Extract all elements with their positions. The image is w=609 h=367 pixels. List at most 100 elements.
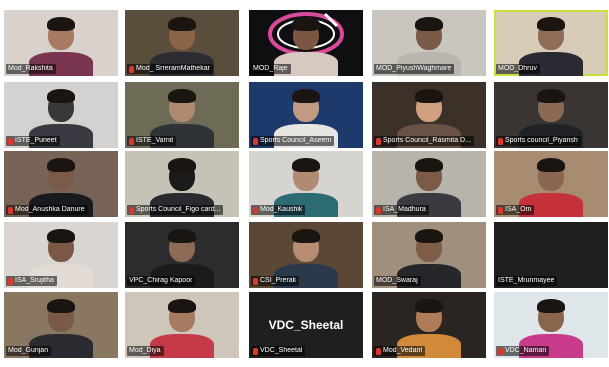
- participant-name-label: MOD_Dhruv: [496, 64, 540, 74]
- mic-muted-icon: [129, 137, 134, 145]
- participant-tile[interactable]: MOD_PiyushWaghmare: [372, 10, 486, 76]
- participant-name: Mod_Anushka Danure: [15, 206, 85, 213]
- participant-tile[interactable]: ISTE_Puneet: [4, 82, 118, 148]
- participant-tile[interactable]: Sports Council_Rasmita D...: [372, 82, 486, 148]
- participant-tile[interactable]: ISA_Srujitha: [4, 222, 118, 288]
- participant-hair: [168, 299, 196, 313]
- participant-hair: [47, 229, 75, 243]
- mic-muted-icon: [129, 206, 134, 214]
- participant-name: MOD_Dhruv: [498, 65, 537, 72]
- participant-name: Sports Council_Figo card...: [136, 206, 221, 213]
- participant-name-label: VDC_Naman: [496, 346, 550, 356]
- participant-tile[interactable]: Mod_Gunjan: [4, 292, 118, 358]
- participant-tile[interactable]: VDC_Naman: [494, 292, 608, 358]
- participant-hair: [47, 17, 75, 31]
- participant-tile[interactable]: ISA_Madhura: [372, 151, 486, 217]
- participant-name-label: Mod_Vedant: [374, 346, 426, 356]
- participant-name-label: ISTE_Mrunmayee: [496, 276, 558, 286]
- participant-name-label: ISA_Srujitha: [6, 276, 57, 286]
- participant-name: Mod_Gunjan: [8, 347, 49, 354]
- participant-hair: [168, 158, 196, 172]
- participant-name: Mod_Vedant: [383, 347, 423, 354]
- participant-hair: [47, 158, 75, 172]
- participant-name-label: Mod_ SrreramMathekar: [127, 64, 213, 74]
- participant-tile[interactable]: Mod_Vedant: [372, 292, 486, 358]
- participant-name-label: VPC_Chirag Kapoor: [127, 276, 196, 286]
- participant-name-label: ISTE_Varnit: [127, 136, 177, 146]
- participant-tile[interactable]: Mod_ SrreramMathekar: [125, 10, 239, 76]
- participant-name-label: Mod_Diya: [127, 346, 164, 356]
- participant-name: ISA_Madhura: [383, 206, 426, 213]
- participant-tile[interactable]: VDC_Sheetal VDC_Sheetal: [249, 292, 363, 358]
- participant-hair: [47, 299, 75, 313]
- participant-tile[interactable]: CSI_Prerak: [249, 222, 363, 288]
- participant-hair: [168, 89, 196, 103]
- participant-name: MOD_PiyushWaghmare: [376, 65, 452, 72]
- mic-muted-icon: [376, 347, 381, 355]
- mic-muted-icon: [129, 65, 134, 73]
- participant-name: ISTE_Mrunmayee: [498, 277, 555, 284]
- participant-name: VDC_Sheetal: [260, 347, 303, 354]
- participant-name-label: Sports Council_Rasmita D...: [374, 136, 474, 146]
- participant-name-label: CSI_Prerak: [251, 276, 300, 286]
- participant-name: Sports council_Piyansh: [505, 137, 578, 144]
- participant-name: MOD_Raje: [253, 65, 288, 72]
- participant-tile[interactable]: Mod_Kaushik: [249, 151, 363, 217]
- mic-muted-icon: [253, 347, 258, 355]
- participant-name-label: Sports Council_Figo card...: [127, 205, 224, 215]
- participant-name-label: Mod_Rakshita: [6, 64, 56, 74]
- participant-hair: [292, 17, 320, 31]
- mic-muted-icon: [253, 277, 258, 285]
- participant-name-label: MOD_Raje: [251, 64, 291, 74]
- participant-name: VPC_Chirag Kapoor: [129, 277, 193, 284]
- video-grid: Mod_Rakshita Mod_ SrreramMathekar MOD_Raje…: [0, 0, 609, 367]
- participant-hair: [415, 17, 443, 31]
- participant-tile[interactable]: Sports Council_Aseem: [249, 82, 363, 148]
- mic-muted-icon: [8, 206, 13, 214]
- mic-muted-icon: [8, 277, 13, 285]
- participant-tile[interactable]: ISA_Om: [494, 151, 608, 217]
- participant-name-label: Mod_Gunjan: [6, 346, 52, 356]
- participant-tile[interactable]: Sports Council_Figo card...: [125, 151, 239, 217]
- mic-muted-icon: [253, 206, 258, 214]
- participant-name: MOD_Swaraj: [376, 277, 418, 284]
- participant-name: Sports Council_Rasmita D...: [383, 137, 471, 144]
- participant-name: Sports Council_Aseem: [260, 137, 332, 144]
- participant-name-label: Mod_Kaushik: [251, 205, 306, 215]
- participant-name-label: MOD_Swaraj: [374, 276, 421, 286]
- participant-name-label: ISTE_Puneet: [6, 136, 60, 146]
- participant-hair: [292, 158, 320, 172]
- participant-name: Mod_ SrreramMathekar: [136, 65, 210, 72]
- participant-name-label: Sports council_Piyansh: [496, 136, 581, 146]
- participant-tile[interactable]: Sports council_Piyansh: [494, 82, 608, 148]
- mic-muted-icon: [498, 347, 503, 355]
- participant-tile[interactable]: MOD_Swaraj: [372, 222, 486, 288]
- participant-hair: [292, 229, 320, 243]
- participant-hair: [415, 89, 443, 103]
- participant-name: ISA_Srujitha: [15, 277, 54, 284]
- participant-name-label: Sports Council_Aseem: [251, 136, 335, 146]
- participant-name-label: VDC_Sheetal: [251, 346, 306, 356]
- participant-name-label: MOD_PiyushWaghmare: [374, 64, 455, 74]
- participant-tile[interactable]: ISTE_Mrunmayee: [494, 222, 608, 288]
- participant-name: CSI_Prerak: [260, 277, 297, 284]
- participant-hair: [292, 89, 320, 103]
- participant-name: Mod_Diya: [129, 347, 161, 354]
- mic-muted-icon: [253, 137, 258, 145]
- participant-hair: [537, 89, 565, 103]
- participant-hair: [537, 299, 565, 313]
- participant-hair: [47, 89, 75, 103]
- participant-name: ISA_Om: [505, 206, 532, 213]
- participant-name: ISTE_Varnit: [136, 137, 174, 144]
- participant-tile[interactable]: Mod_Rakshita: [4, 10, 118, 76]
- participant-tile[interactable]: VPC_Chirag Kapoor: [125, 222, 239, 288]
- mic-muted-icon: [376, 206, 381, 214]
- participant-tile[interactable]: ISTE_Varnit: [125, 82, 239, 148]
- participant-tile[interactable]: Mod_Diya: [125, 292, 239, 358]
- participant-hair: [415, 158, 443, 172]
- participant-tile[interactable]: Mod_Anushka Danure: [4, 151, 118, 217]
- participant-tile[interactable]: MOD_Dhruv: [494, 10, 608, 76]
- mic-muted-icon: [498, 137, 503, 145]
- participant-tile[interactable]: MOD_Raje: [249, 10, 363, 76]
- participant-name-label: ISA_Om: [496, 205, 535, 215]
